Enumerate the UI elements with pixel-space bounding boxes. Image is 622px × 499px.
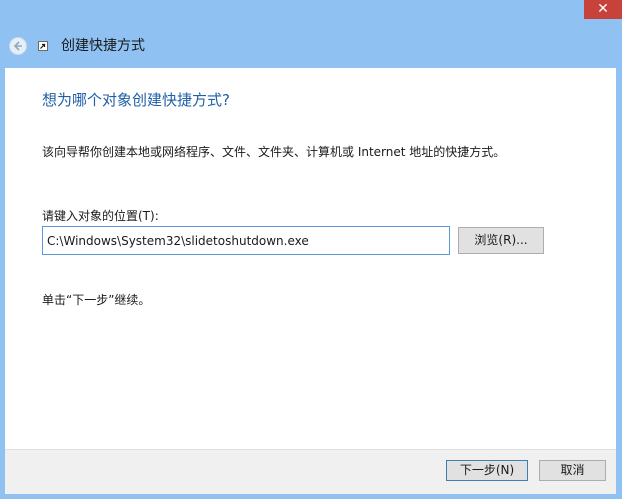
cancel-button[interactable]: 取消: [539, 460, 606, 481]
wizard-content: [5, 68, 616, 449]
back-button[interactable]: [9, 37, 27, 55]
back-arrow-icon: [13, 41, 22, 51]
location-label: 请键入对象的位置(T):: [42, 209, 159, 223]
title-bar: [0, 0, 622, 68]
close-icon: ✕: [597, 1, 609, 17]
close-button[interactable]: ✕: [584, 0, 622, 19]
location-input[interactable]: [42, 226, 450, 255]
page-description: 该向导帮你创建本地或网络程序、文件、文件夹、计算机或 Internet 地址的快…: [42, 145, 506, 159]
browse-button[interactable]: 浏览(R)...: [458, 227, 544, 254]
page-heading: 想为哪个对象创建快捷方式?: [42, 91, 230, 109]
shortcut-wizard-icon: [38, 41, 48, 51]
next-button[interactable]: 下一步(N): [446, 460, 528, 481]
window-title: 创建快捷方式: [61, 38, 145, 54]
continue-hint: 单击“下一步”继续。: [42, 293, 151, 307]
